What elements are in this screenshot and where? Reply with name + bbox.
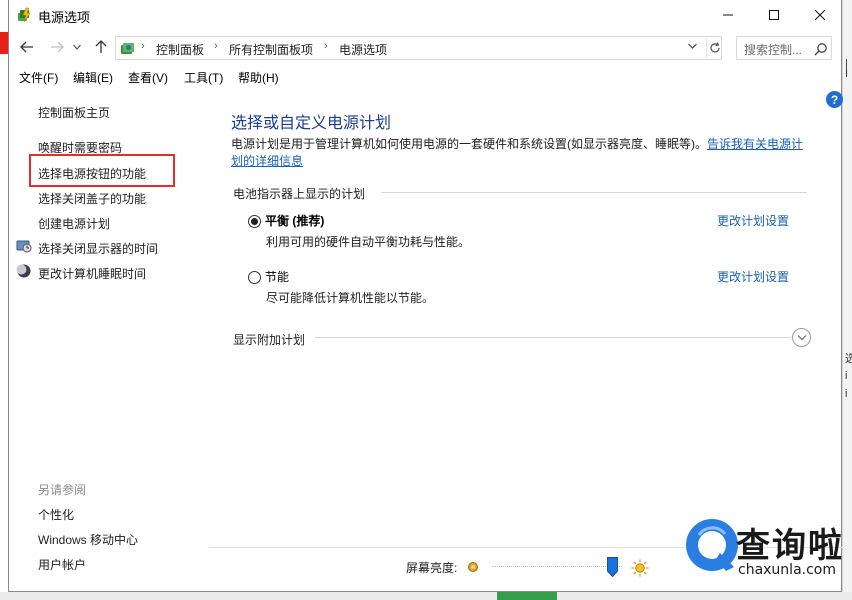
- menu-view[interactable]: 查看(V): [128, 69, 168, 86]
- minimize-icon: [723, 14, 733, 16]
- plan-power-saver-name[interactable]: 节能: [265, 268, 289, 285]
- moon-icon: [16, 264, 31, 278]
- menu-tools[interactable]: 工具(T): [184, 69, 223, 86]
- up-button[interactable]: [91, 37, 111, 57]
- title-bar[interactable]: 电源选项: [9, 0, 843, 30]
- expand-additional-plans-button[interactable]: [792, 328, 811, 347]
- address-dropdown-button[interactable]: [688, 41, 697, 52]
- back-button[interactable]: [17, 37, 37, 57]
- search-icon: [814, 43, 827, 56]
- learn-more-link[interactable]: 告诉我有关电源计: [707, 137, 803, 151]
- see-also-heading: 另请参阅: [38, 483, 87, 497]
- menu-help[interactable]: 帮助(H): [238, 69, 279, 86]
- breadcrumb-separator: ›: [324, 40, 328, 52]
- question-mark-icon: ?: [830, 92, 839, 107]
- description-text: 电源计划是用于管理计算机如何使用电源的一套硬件和系统设置(如显示器亮度、睡眠等)…: [231, 137, 707, 151]
- refresh-button[interactable]: [706, 38, 722, 58]
- plan-balanced-description: 利用可用的硬件自动平衡功耗与性能。: [266, 235, 471, 249]
- menu-edit[interactable]: 编辑(E): [73, 69, 113, 86]
- chevron-down-icon: [797, 335, 806, 341]
- plan-balanced-radio[interactable]: [248, 215, 261, 228]
- sidebar-link-sleep-time[interactable]: 更改计算机睡眠时间: [38, 265, 146, 282]
- search-input[interactable]: 搜索控制...: [744, 41, 802, 58]
- menu-bar: 文件(F) 编辑(E) 查看(V) 工具(T) 帮助(H): [9, 67, 843, 87]
- sidebar-link-display-off[interactable]: 选择关闭显示器的时间: [38, 240, 158, 257]
- highlight-annotation: [29, 154, 175, 187]
- background-right: | I 选 i i: [842, 0, 852, 600]
- navigation-bar: › 控制面板 › 所有控制面板项 › 电源选项 搜索控制...: [9, 34, 843, 60]
- sun-dim-icon: [468, 562, 478, 572]
- see-also-user-accounts[interactable]: 用户帐户: [38, 556, 86, 573]
- power-options-icon: [18, 7, 31, 23]
- control-panel-icon: [121, 43, 134, 54]
- plan-balanced-settings-link[interactable]: 更改计划设置: [717, 212, 789, 229]
- chevron-down-icon: [73, 44, 81, 50]
- brightness-slider-track[interactable]: [492, 566, 622, 568]
- display-icon: [16, 240, 32, 253]
- breadcrumb-separator: ›: [141, 40, 145, 52]
- page-description: 电源计划是用于管理计算机如何使用电源的一套硬件和系统设置(如显示器亮度、睡眠等)…: [231, 136, 811, 170]
- learn-more-link-continued[interactable]: 划的详细信息: [231, 154, 303, 168]
- minimize-button[interactable]: [705, 0, 751, 30]
- help-button[interactable]: ?: [826, 91, 843, 108]
- recent-locations-button[interactable]: [71, 37, 83, 57]
- plan-power-saver-radio[interactable]: [248, 271, 261, 284]
- plan-power-saver-settings-link[interactable]: 更改计划设置: [717, 268, 789, 285]
- breadcrumb-separator: ›: [214, 40, 218, 52]
- close-icon: [815, 10, 825, 20]
- sidebar-link-create-plan[interactable]: 创建电源计划: [38, 215, 110, 232]
- plans-group-label: 电池指示器上显示的计划: [233, 187, 366, 201]
- group-divider: [381, 192, 807, 193]
- see-also-personalization[interactable]: 个性化: [38, 506, 74, 523]
- plan-power-saver-description: 尽可能降低计算机性能以节能。: [266, 291, 435, 305]
- control-panel-home-link[interactable]: 控制面板主页: [38, 104, 110, 121]
- chevron-down-icon: [688, 43, 697, 49]
- see-also-mobility-center[interactable]: Windows 移动中心: [38, 531, 138, 548]
- power-options-window: 电源选项 › 控制面板 › 所有控制面板项 › 电源选项 搜索控制... 文件(…: [8, 0, 844, 592]
- close-button[interactable]: [797, 0, 843, 30]
- sidebar-link-lid-close[interactable]: 选择关闭盖子的功能: [38, 190, 146, 207]
- forward-button[interactable]: [47, 37, 67, 57]
- menu-file[interactable]: 文件(F): [19, 69, 58, 86]
- background-bottom: [0, 592, 852, 600]
- brightness-label: 屏幕亮度:: [406, 561, 458, 575]
- page-title: 选择或自定义电源计划: [231, 115, 392, 132]
- sun-bright-icon: [631, 559, 649, 577]
- show-additional-plans-label[interactable]: 显示附加计划: [233, 331, 305, 348]
- refresh-icon: [709, 42, 720, 53]
- maximize-button[interactable]: [751, 0, 797, 30]
- breadcrumb-control-panel[interactable]: 控制面板: [156, 41, 204, 58]
- arrow-up-icon: [95, 40, 107, 53]
- breadcrumb-power-options[interactable]: 电源选项: [339, 41, 387, 58]
- address-bar[interactable]: › 控制面板 › 所有控制面板项 › 电源选项: [115, 36, 722, 60]
- watermark-text: 查询啦: [736, 526, 844, 566]
- additional-plans-divider: [315, 337, 791, 338]
- background-red-fragment: [0, 32, 8, 54]
- plan-balanced-name[interactable]: 平衡 (推荐): [265, 212, 324, 229]
- watermark-url: chaxunla.com: [738, 562, 836, 578]
- brightness-slider-thumb[interactable]: [607, 557, 619, 577]
- arrow-right-icon: [51, 41, 64, 53]
- arrow-left-icon: [20, 41, 33, 53]
- maximize-icon: [769, 10, 779, 20]
- background-left: [0, 0, 8, 600]
- breadcrumb-all-items[interactable]: 所有控制面板项: [229, 41, 313, 58]
- window-title: 电源选项: [38, 10, 91, 25]
- search-box[interactable]: 搜索控制...: [736, 36, 832, 60]
